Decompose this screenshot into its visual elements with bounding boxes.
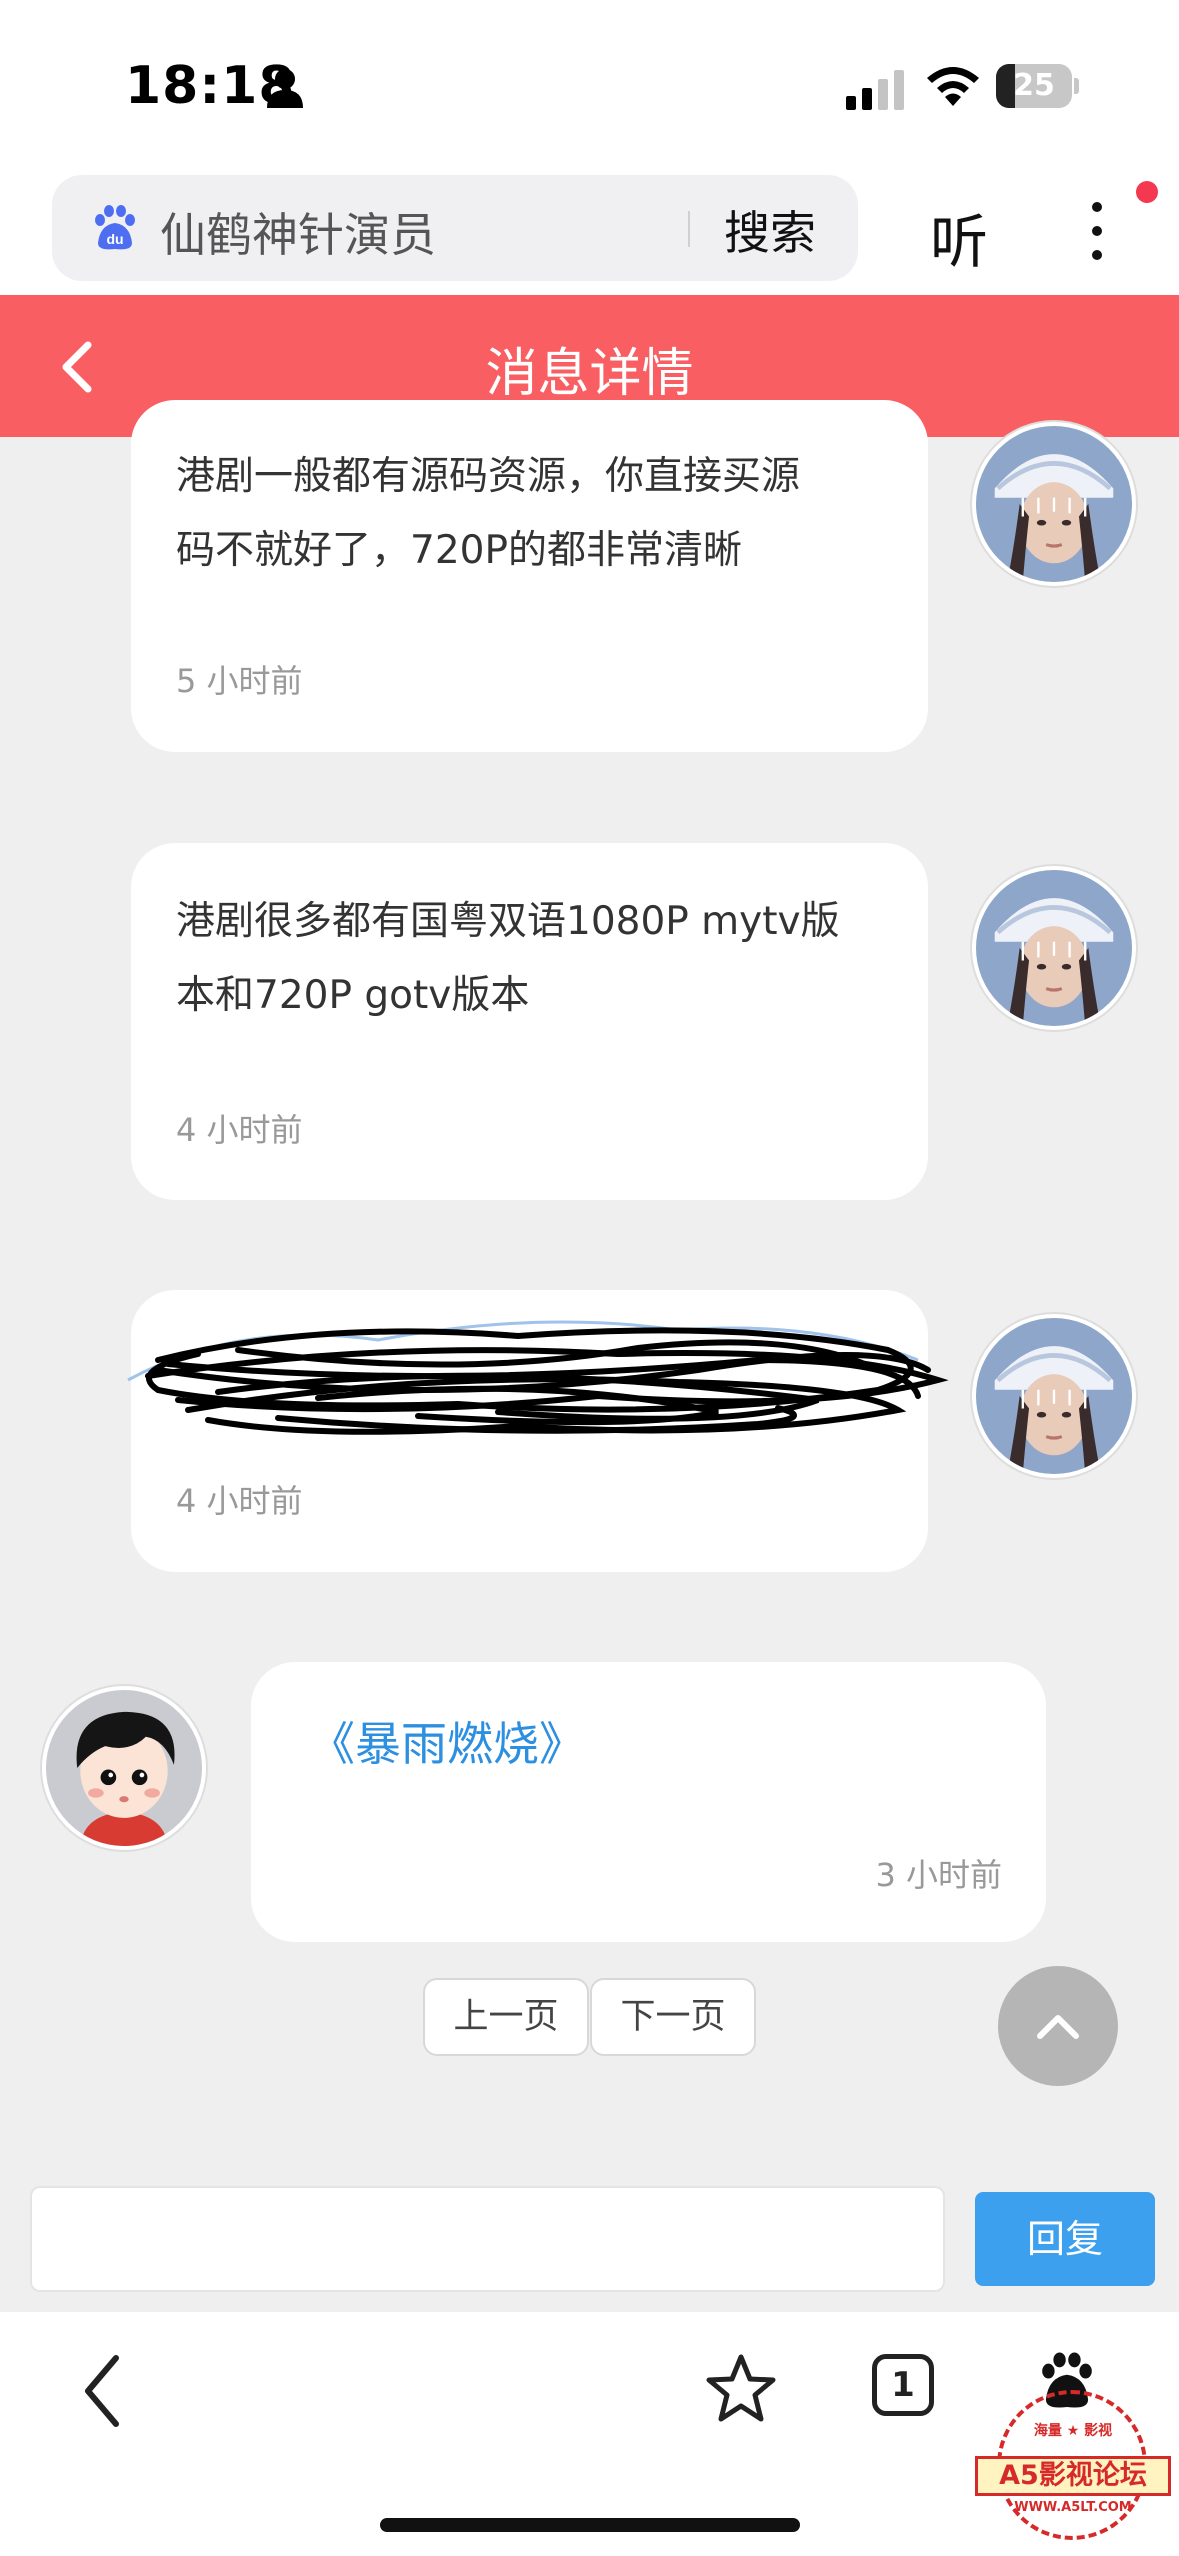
battery-level: 25 bbox=[1013, 68, 1055, 103]
redaction-scribble bbox=[127, 1320, 949, 1435]
search-button[interactable]: 搜索 bbox=[724, 197, 816, 263]
message-text: 港剧很多都有国粤双语1080P mytv版 bbox=[176, 899, 840, 944]
watermark-stamp: 海量 ★ 影视 A5影视论坛 WWW.A5LT.COM bbox=[975, 2390, 1171, 2550]
message-bubble: 港剧一般都有源码资源，你直接买源 码不就好了，720P的都非常清晰 5 小时前 bbox=[131, 400, 928, 752]
reply-bar: 回复 bbox=[0, 2166, 1179, 2312]
message-time: 4 小时前 bbox=[176, 1111, 303, 1149]
reply-input[interactable] bbox=[30, 2186, 945, 2292]
back-icon[interactable] bbox=[78, 2352, 128, 2430]
wifi-icon bbox=[927, 67, 979, 106]
notification-dot bbox=[1136, 181, 1158, 203]
avatar-other[interactable] bbox=[972, 422, 1136, 586]
baidu-paw-icon: du bbox=[95, 205, 135, 250]
watermark-main-text: A5影视论坛 bbox=[975, 2456, 1171, 2496]
page-title: 消息详情 bbox=[485, 344, 694, 404]
avatar-self[interactable] bbox=[42, 1686, 206, 1850]
svg-text:du: du bbox=[106, 231, 123, 247]
avatar-other[interactable] bbox=[972, 866, 1136, 1030]
star-icon[interactable] bbox=[704, 2352, 778, 2426]
search-box[interactable]: du 仙鹤神针演员 搜索 bbox=[52, 175, 858, 281]
message-time: 5 小时前 bbox=[176, 662, 303, 700]
scroll-to-top-button[interactable] bbox=[998, 1966, 1118, 2086]
message-time: 3 小时前 bbox=[875, 1856, 1002, 1894]
message-text: 码不就好了，720P的都非常清晰 bbox=[176, 528, 742, 573]
more-menu-icon[interactable] bbox=[1082, 201, 1112, 261]
cellular-signal-icon bbox=[846, 70, 904, 110]
status-bar: 18:18 25 bbox=[0, 0, 1179, 165]
message-text: 本和720P gotv版本 bbox=[176, 973, 530, 1018]
reply-button[interactable]: 回复 bbox=[975, 2192, 1155, 2286]
message-bubble: 港剧很多都有国粤双语1080P mytv版 本和720P gotv版本 4 小时… bbox=[131, 843, 928, 1200]
browser-toolbar: du 仙鹤神针演员 搜索 听 bbox=[0, 165, 1179, 295]
home-indicator bbox=[380, 2518, 800, 2532]
search-input[interactable]: 仙鹤神针演员 bbox=[160, 199, 436, 265]
message-time: 4 小时前 bbox=[176, 1482, 303, 1520]
avatar-other[interactable] bbox=[972, 1314, 1136, 1478]
tabs-button[interactable]: 1 bbox=[872, 2354, 934, 2416]
battery-icon: 25 bbox=[996, 64, 1080, 108]
watermark-url: WWW.A5LT.COM bbox=[1014, 2500, 1132, 2515]
listen-button[interactable]: 听 bbox=[930, 195, 988, 279]
search-divider bbox=[688, 211, 690, 247]
prev-page-button[interactable]: 上一页 bbox=[423, 1978, 589, 2056]
message-bubble: 《暴雨燃烧》 3 小时前 bbox=[251, 1662, 1046, 1942]
message-text: 港剧一般都有源码资源，你直接买源 bbox=[176, 454, 801, 499]
person-icon bbox=[267, 69, 303, 108]
watermark-top-text: 海量 ★ 影视 bbox=[1033, 2423, 1113, 2439]
drama-link[interactable]: 《暴雨燃烧》 bbox=[309, 1708, 585, 1774]
next-page-button[interactable]: 下一页 bbox=[590, 1978, 756, 2056]
chevron-up-icon bbox=[1037, 2015, 1079, 2039]
